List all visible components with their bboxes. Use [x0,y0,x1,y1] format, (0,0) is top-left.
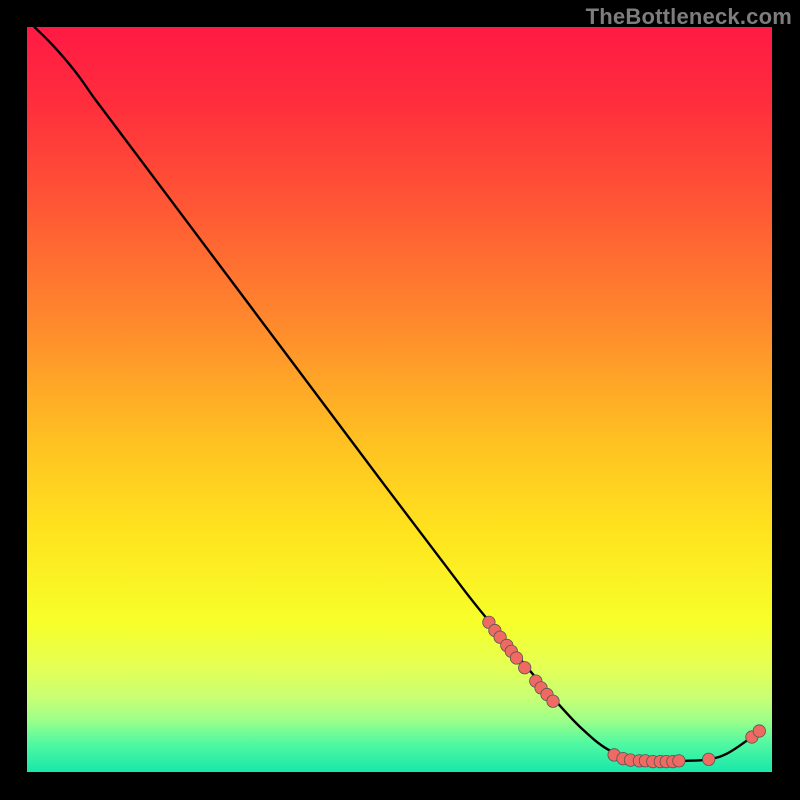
data-dot [510,652,522,664]
data-dot [519,662,531,674]
watermark-text: TheBottleneck.com [586,4,792,30]
data-dot [547,695,559,707]
plot-area [27,27,772,772]
data-dot [753,725,765,737]
data-dots [483,616,766,768]
curve-overlay [27,27,772,772]
data-dot [673,755,685,767]
bottleneck-curve [35,27,761,761]
data-dot [703,753,715,765]
chart-stage: TheBottleneck.com [0,0,800,800]
